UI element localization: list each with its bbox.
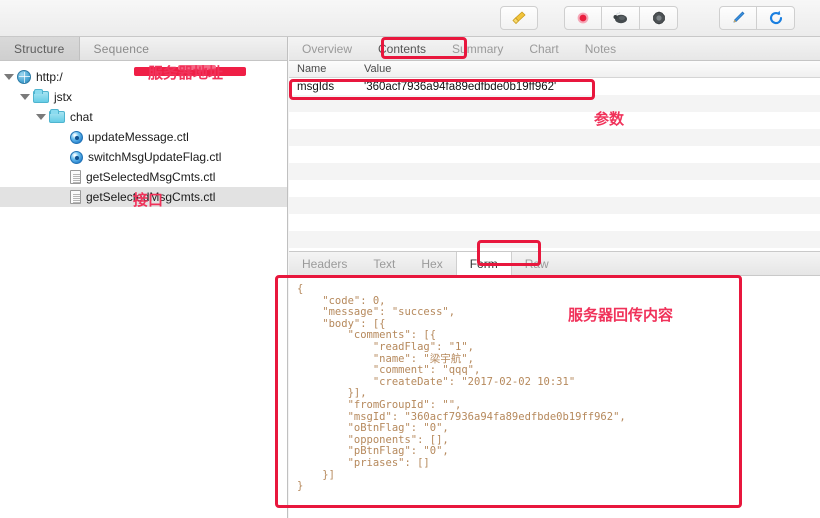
tab-form[interactable]: Form <box>455 252 512 276</box>
table-row-empty[interactable] <box>289 129 820 146</box>
record-button[interactable] <box>564 6 602 30</box>
tree-node-label: getSelectedMsgCmts.ctl <box>86 190 216 204</box>
structure-panel: Structure Sequence http:/ jstx chat upda… <box>0 37 288 518</box>
document-icon <box>70 190 81 204</box>
tree-node-updateMessage[interactable]: updateMessage.ctl <box>0 127 287 147</box>
table-row-empty[interactable] <box>289 180 820 197</box>
tree-node-label: switchMsgUpdateFlag.ctl <box>88 150 222 164</box>
globe-icon <box>17 70 31 84</box>
tab-structure[interactable]: Structure <box>0 37 80 60</box>
table-row-empty[interactable] <box>289 95 820 112</box>
tab-summary[interactable]: Summary <box>439 37 516 60</box>
tab-headers[interactable]: Headers <box>289 252 360 275</box>
toolbar-group-tools <box>719 6 795 30</box>
table-row-empty[interactable] <box>289 197 820 214</box>
tree-node-chat[interactable]: chat <box>0 107 287 127</box>
tree-node-getSelectedMsgCmts-1[interactable]: getSelectedMsgCmts.ctl <box>0 167 287 187</box>
cell-value: '360acf7936a94fa89edfbde0b19ff962' <box>364 80 557 93</box>
compose-button[interactable] <box>719 6 757 30</box>
tab-notes[interactable]: Notes <box>572 37 629 60</box>
column-header-value: Value <box>364 63 392 75</box>
turtle-icon <box>613 11 627 24</box>
table-row-empty[interactable] <box>289 146 820 163</box>
endpoint-icon <box>70 150 83 164</box>
tree-node-label: jstx <box>54 90 72 104</box>
tab-overview[interactable]: Overview <box>289 37 365 60</box>
toolbar-group-clear <box>500 6 538 30</box>
response-body-viewer[interactable]: { "code": 0, "message": "success", "body… <box>289 276 820 518</box>
tab-contents[interactable]: Contents <box>365 37 439 60</box>
main-toolbar <box>0 0 820 37</box>
params-table: Name Value msgIds '360acf7936a94fa89edfb… <box>289 61 820 251</box>
tree-node-getSelectedMsgCmts-2[interactable]: getSelectedMsgCmts.ctl <box>0 187 287 207</box>
tree-node-label: updateMessage.ctl <box>88 130 189 144</box>
host-tree: http:/ jstx chat updateMessage.ctl switc… <box>0 61 287 207</box>
folder-icon <box>33 89 49 103</box>
repeat-button[interactable] <box>757 6 795 30</box>
tab-raw[interactable]: Raw <box>512 252 562 275</box>
toolbar-group-capture <box>564 6 678 30</box>
params-table-header: Name Value <box>289 61 820 78</box>
pen-icon <box>733 11 745 23</box>
tab-text[interactable]: Text <box>360 252 408 275</box>
disclosure-triangle-icon[interactable] <box>4 72 14 82</box>
charles-proxy-window: Structure Sequence http:/ jstx chat upda… <box>0 0 820 518</box>
record-icon <box>577 12 589 24</box>
refresh-icon <box>769 10 782 25</box>
response-json-text: { "code": 0, "message": "success", "body… <box>297 283 626 493</box>
left-tabbar: Structure Sequence <box>0 37 287 61</box>
tab-hex[interactable]: Hex <box>408 252 455 275</box>
body-tabbar: Headers Text Hex Form Raw <box>289 251 820 276</box>
table-row-empty[interactable] <box>289 214 820 231</box>
tree-node-switchMsgUpdateFlag[interactable]: switchMsgUpdateFlag.ctl <box>0 147 287 167</box>
endpoint-icon <box>70 130 83 144</box>
broom-icon <box>512 11 526 25</box>
column-header-name: Name <box>297 63 327 75</box>
document-icon <box>70 170 81 184</box>
tree-node-label: chat <box>70 110 93 124</box>
tree-node-jstx[interactable]: jstx <box>0 87 287 107</box>
contents-panel: Overview Contents Summary Chart Notes Na… <box>289 37 820 518</box>
right-tabbar: Overview Contents Summary Chart Notes <box>289 37 820 61</box>
breakpoints-button[interactable] <box>640 6 678 30</box>
table-row-empty[interactable] <box>289 112 820 129</box>
folder-icon <box>49 109 65 123</box>
tab-chart[interactable]: Chart <box>516 37 571 60</box>
disclosure-triangle-icon[interactable] <box>20 92 30 102</box>
table-row-empty[interactable] <box>289 231 820 248</box>
tab-sequence[interactable]: Sequence <box>80 37 164 60</box>
disclosure-triangle-icon[interactable] <box>36 112 46 122</box>
tree-node-label: getSelectedMsgCmts.ctl <box>86 170 216 184</box>
throttle-button[interactable] <box>602 6 640 30</box>
gear-icon <box>652 11 665 25</box>
cell-name: msgIds <box>297 80 335 93</box>
tree-node-host[interactable]: http:/ <box>0 67 287 87</box>
table-row-empty[interactable] <box>289 163 820 180</box>
tree-node-label: http:/ <box>36 70 63 84</box>
table-row[interactable]: msgIds '360acf7936a94fa89edfbde0b19ff962… <box>289 78 820 95</box>
clear-session-button[interactable] <box>500 6 538 30</box>
